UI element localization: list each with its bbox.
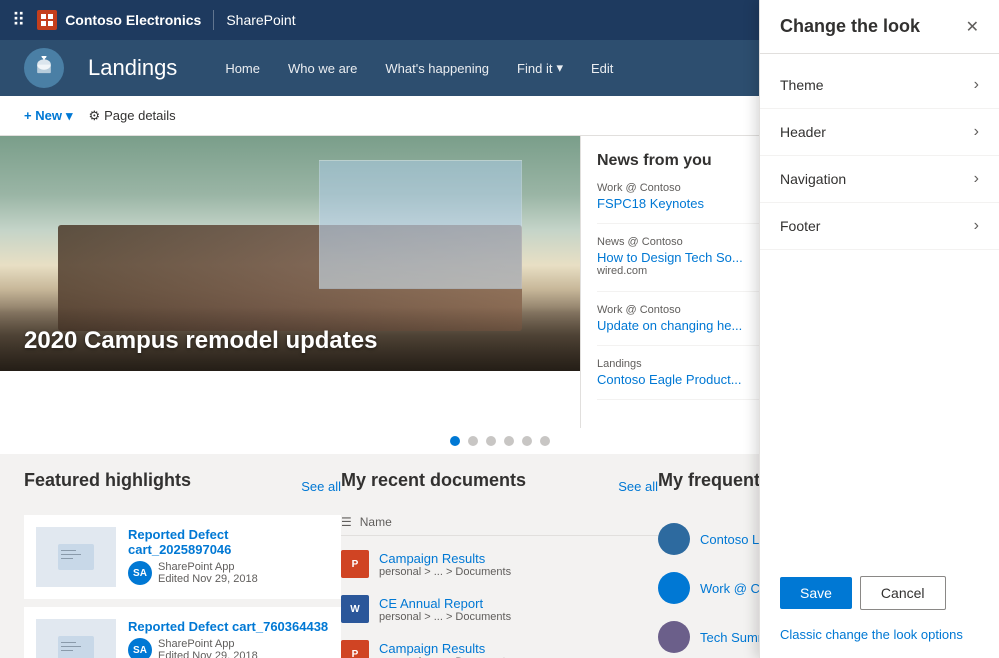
recent-docs-section: My recent documents See all ☰ Name P Cam… <box>341 470 658 658</box>
hero-dot-6[interactable] <box>540 436 550 446</box>
close-icon[interactable]: ✕ <box>966 17 979 37</box>
site-icon <box>658 572 690 604</box>
highlight-meta: SA SharePoint App Edited Nov 29, 2018 <box>128 561 329 585</box>
edit-date: Edited Nov 29, 2018 <box>158 573 258 585</box>
panel-item-label: Footer <box>780 218 820 234</box>
panel-body: Theme › Header › Navigation › Footer › <box>760 54 999 560</box>
chevron-down-icon: ▾ <box>556 60 563 76</box>
gear-icon: ⚙ <box>88 108 100 124</box>
doc-icon-header: ☰ <box>341 515 352 529</box>
site-logo <box>24 48 64 88</box>
classic-link[interactable]: Classic change the look options <box>780 627 963 642</box>
doc-info: Campaign Results personal > ... > Docume… <box>379 641 511 658</box>
featured-see-all[interactable]: See all <box>301 479 341 494</box>
doc-type-icon: W <box>341 595 369 623</box>
doc-type-icon: P <box>341 550 369 578</box>
chevron-right-icon: › <box>974 170 979 188</box>
chevron-down-icon: ▾ <box>66 108 73 124</box>
avatar: SA <box>128 638 152 658</box>
hero-dot-4[interactable] <box>504 436 514 446</box>
brand-name: Contoso Electronics <box>65 12 201 28</box>
doc-name-header: Name <box>360 515 392 529</box>
highlight-card: Reported Defect cart_760364438 SA ShareP… <box>24 607 341 658</box>
recent-docs-see-all[interactable]: See all <box>618 479 658 494</box>
edit-date: Edited Nov 29, 2018 <box>158 650 258 658</box>
panel-item-navigation[interactable]: Navigation › <box>760 156 999 203</box>
sharepoint-label: SharePoint <box>226 12 295 28</box>
panel-item-label: Header <box>780 124 826 140</box>
nav-home[interactable]: Home <box>213 57 272 80</box>
doc-type-icon: P <box>341 640 369 658</box>
nav-whats-happening[interactable]: What's happening <box>373 57 501 80</box>
highlight-card: Reported Defect cart_2025897046 SA Share… <box>24 515 341 599</box>
panel-item-theme[interactable]: Theme › <box>760 62 999 109</box>
hero-image: 2020 Campus remodel updates <box>0 136 580 371</box>
site-icon <box>658 523 690 555</box>
featured-title: Featured highlights <box>24 470 191 491</box>
highlight-title[interactable]: Reported Defect cart_2025897046 <box>128 527 329 557</box>
panel-items: Theme › Header › Navigation › Footer › <box>760 62 999 250</box>
nav-who-we-are[interactable]: Who we are <box>276 57 369 80</box>
panel-item-header[interactable]: Header › <box>760 109 999 156</box>
apps-icon[interactable]: ⠿ <box>12 10 25 31</box>
featured-section: Featured highlights See all Reported Def… <box>24 470 341 658</box>
hero-dot-2[interactable] <box>468 436 478 446</box>
nav-find-it[interactable]: Find it ▾ <box>505 56 575 80</box>
panel-item-footer[interactable]: Footer › <box>760 203 999 250</box>
highlight-meta: SA SharePoint App Edited Nov 29, 2018 <box>128 638 329 658</box>
panel-title: Change the look <box>780 16 920 37</box>
brand-logo: Contoso Electronics <box>37 10 201 30</box>
hero-overlay: 2020 Campus remodel updates <box>0 307 580 371</box>
hero-dot-3[interactable] <box>486 436 496 446</box>
chevron-right-icon: › <box>974 217 979 235</box>
doc-path: personal > ... > Documents <box>379 566 511 578</box>
panel-actions: Save Cancel <box>760 560 999 626</box>
app-name: SharePoint App <box>158 638 258 650</box>
classic-link-container: Classic change the look options <box>760 626 999 658</box>
site-title: Landings <box>88 55 177 81</box>
doc-name[interactable]: Campaign Results <box>379 641 511 656</box>
new-button[interactable]: + New ▾ <box>24 108 72 124</box>
highlight-title[interactable]: Reported Defect cart_760364438 <box>128 619 329 634</box>
featured-items: Reported Defect cart_2025897046 SA Share… <box>24 515 341 658</box>
panel-header: Change the look ✕ <box>760 0 999 54</box>
recent-docs-header: My recent documents See all <box>341 470 658 503</box>
change-look-panel: Change the look ✕ Theme › Header › Navig… <box>759 0 999 658</box>
panel-item-label: Theme <box>780 77 824 93</box>
app-name: SharePoint App <box>158 561 258 573</box>
nav-edit[interactable]: Edit <box>579 57 625 80</box>
hero-title: 2020 Campus remodel updates <box>24 327 556 355</box>
doc-path: personal > ... > Documents <box>379 611 511 623</box>
highlight-info: Reported Defect cart_760364438 SA ShareP… <box>128 619 329 658</box>
brand: Contoso Electronics <box>37 10 201 30</box>
highlight-thumb <box>36 619 116 658</box>
avatar: SA <box>128 561 152 585</box>
site-icon <box>658 621 690 653</box>
save-button[interactable]: Save <box>780 577 852 609</box>
panel-item-label: Navigation <box>780 171 846 187</box>
cancel-button[interactable]: Cancel <box>860 576 946 610</box>
recent-docs-title: My recent documents <box>341 470 526 491</box>
doc-name[interactable]: CE Annual Report <box>379 596 511 611</box>
doc-list-header: ☰ Name <box>341 515 658 536</box>
window-graphic <box>319 160 522 289</box>
list-item: W CE Annual Report personal > ... > Docu… <box>341 587 658 632</box>
divider <box>213 10 214 30</box>
highlight-thumb <box>36 527 116 587</box>
chevron-right-icon: › <box>974 76 979 94</box>
brand-icon <box>37 10 57 30</box>
chevron-right-icon: › <box>974 123 979 141</box>
list-item: P Campaign Results personal > ... > Docu… <box>341 632 658 658</box>
highlight-info: Reported Defect cart_2025897046 SA Share… <box>128 527 329 587</box>
page-details-button[interactable]: ⚙ Page details <box>88 108 175 124</box>
featured-header: Featured highlights See all <box>24 470 341 503</box>
doc-info: CE Annual Report personal > ... > Docume… <box>379 596 511 623</box>
hero-dot-1[interactable] <box>450 436 460 446</box>
recent-docs-list: P Campaign Results personal > ... > Docu… <box>341 542 658 658</box>
list-item: P Campaign Results personal > ... > Docu… <box>341 542 658 587</box>
hero-dot-5[interactable] <box>522 436 532 446</box>
doc-info: Campaign Results personal > ... > Docume… <box>379 551 511 578</box>
doc-name[interactable]: Campaign Results <box>379 551 511 566</box>
site-nav: Home Who we are What's happening Find it… <box>213 56 742 80</box>
